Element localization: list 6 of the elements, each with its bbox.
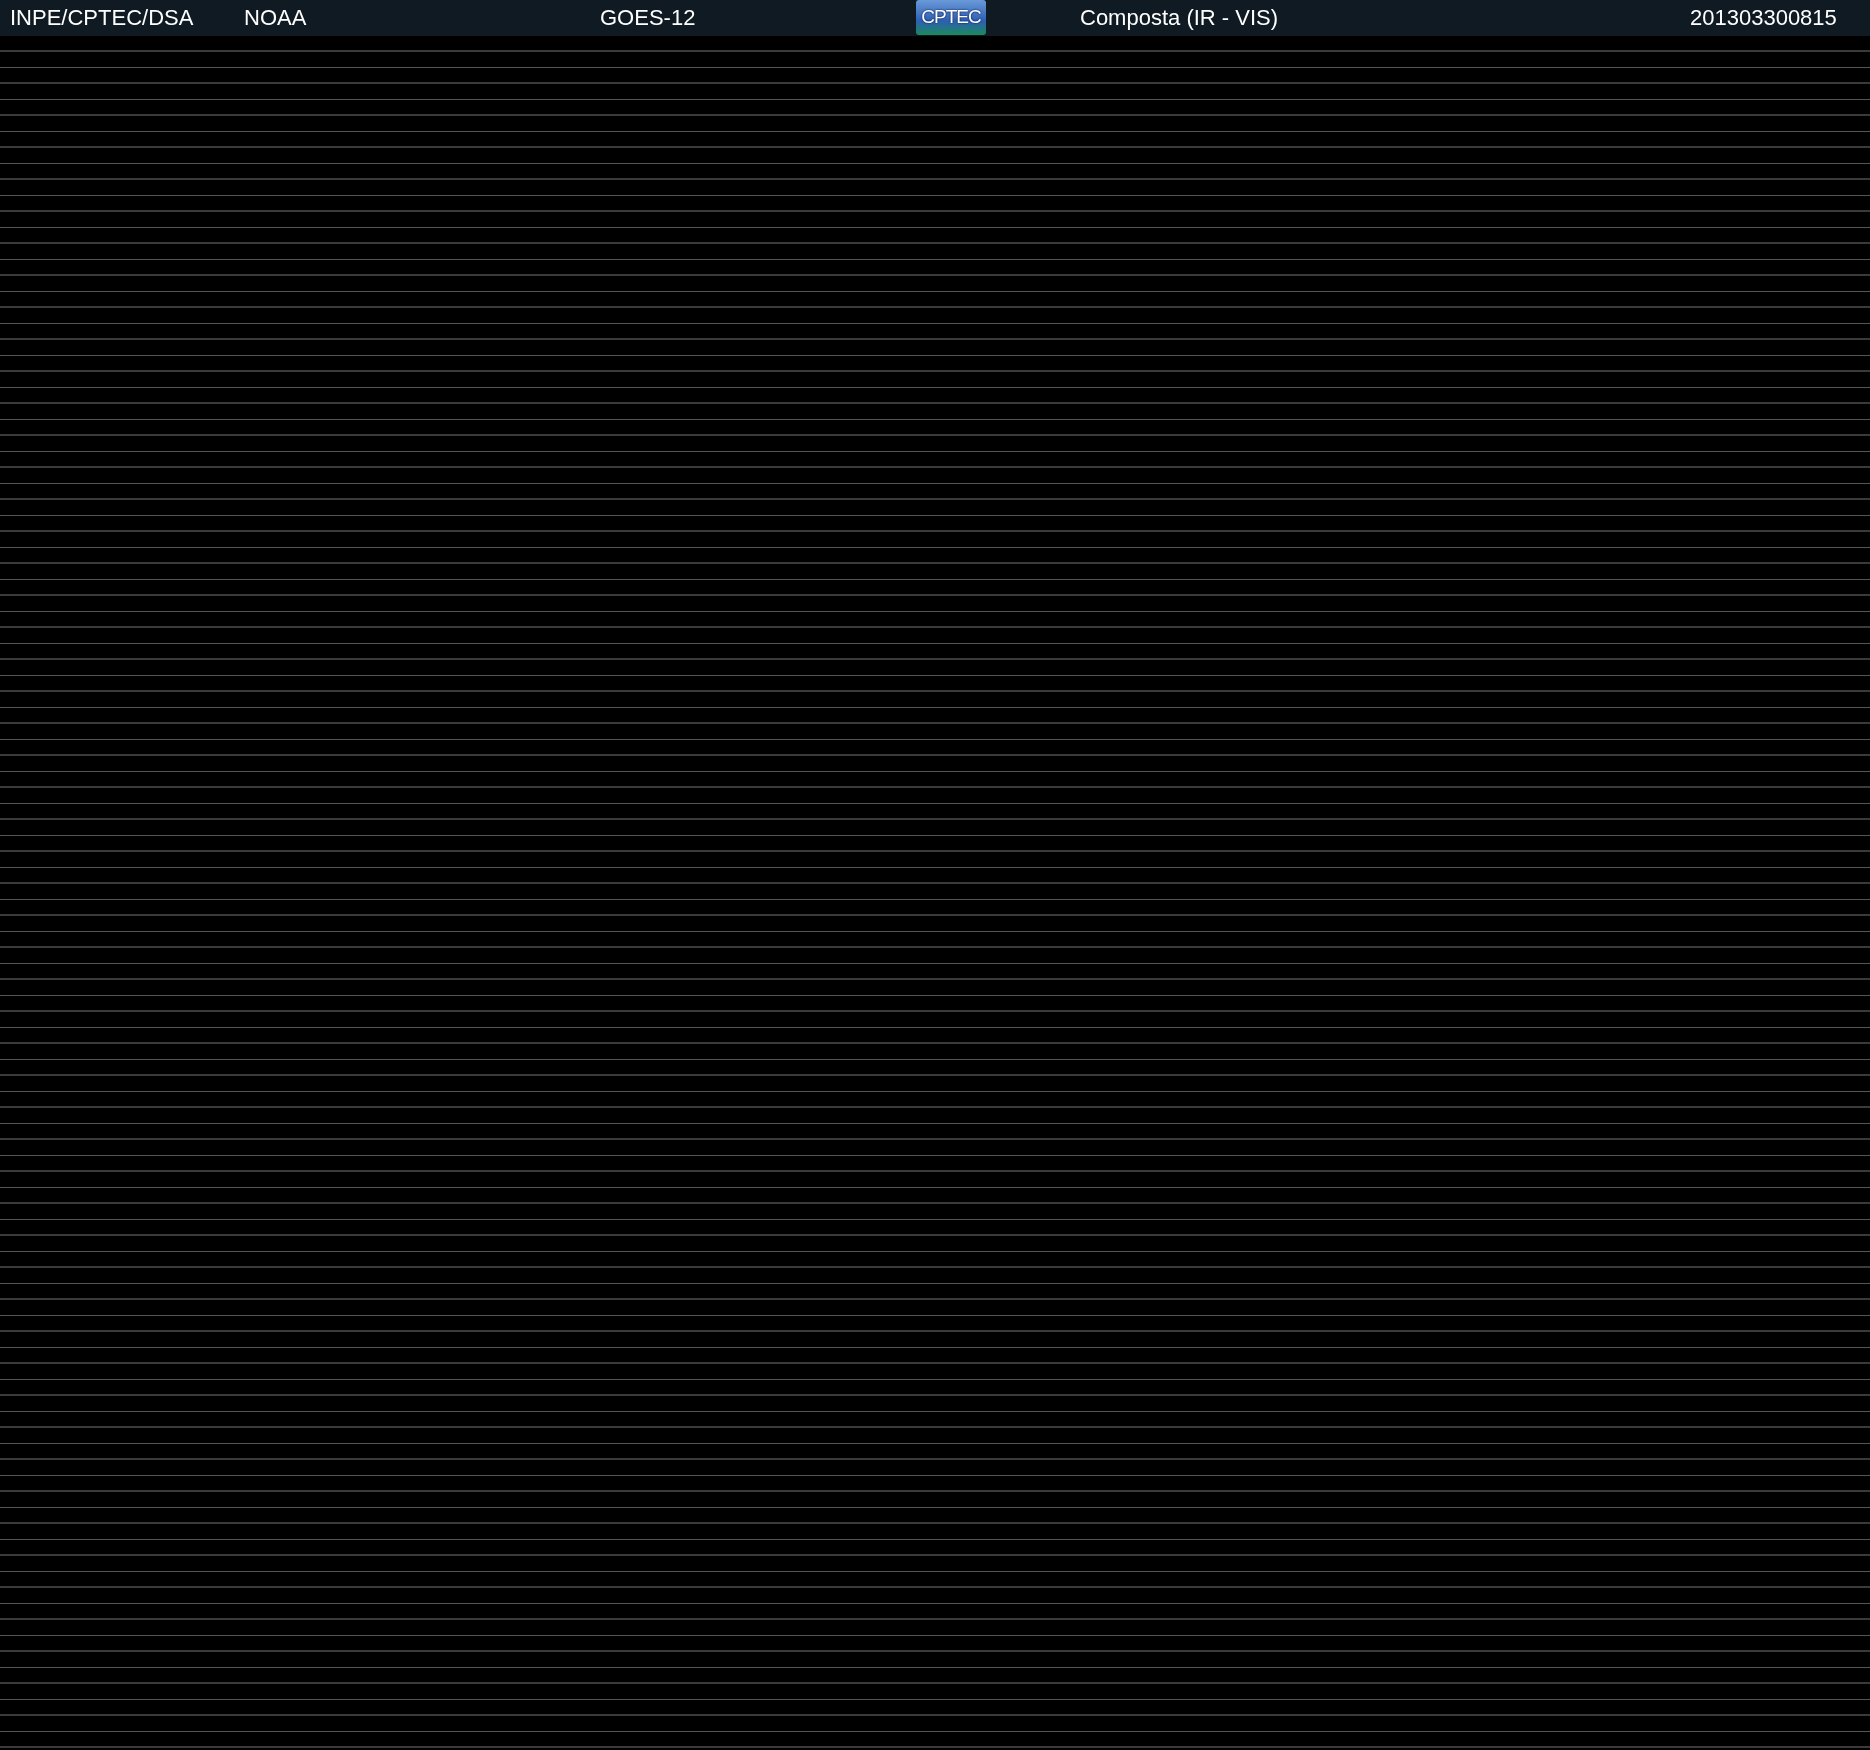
timestamp-label: 201303300815 <box>1690 5 1837 31</box>
logo: CPTEC <box>916 0 986 35</box>
product-label: Composta (IR - VIS) <box>1080 5 1279 31</box>
satellite-label: GOES-12 <box>600 5 696 31</box>
source-label: NOAA <box>244 5 307 31</box>
agency-label: INPE/CPTEC/DSA <box>10 5 194 31</box>
